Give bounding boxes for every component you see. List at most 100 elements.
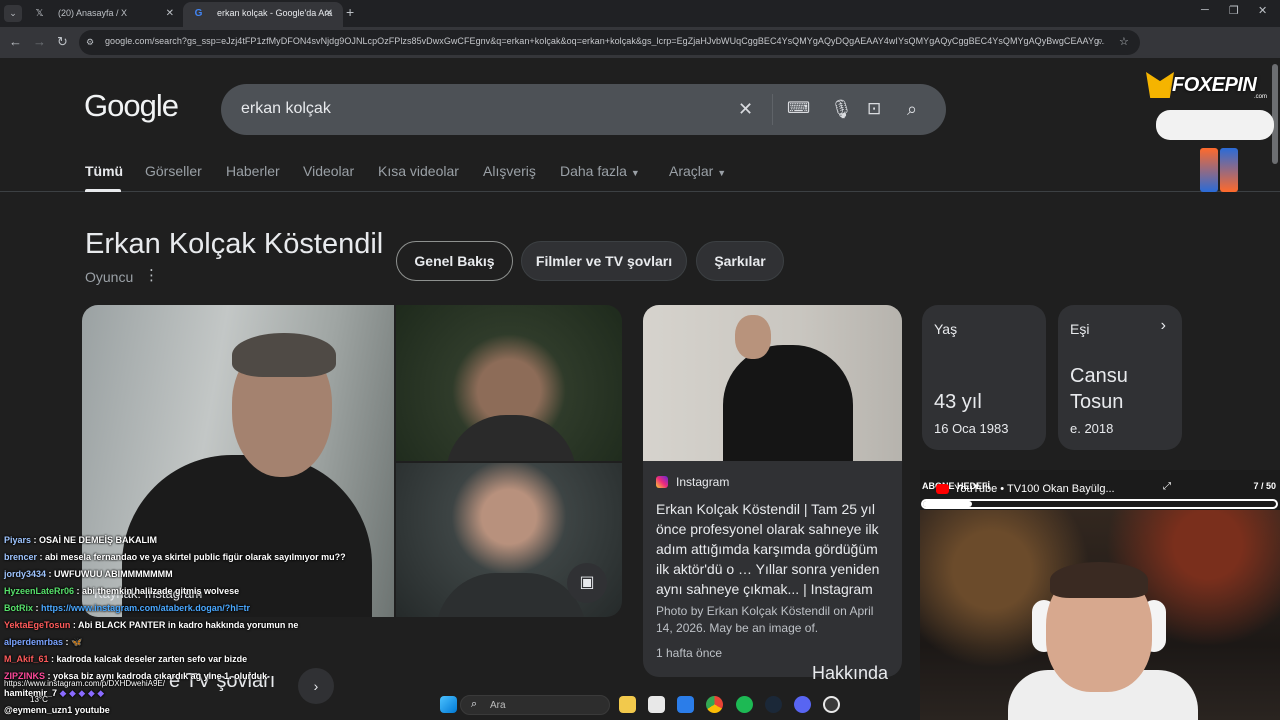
chat-message: HyzeenLateRr06 : abi themkin halilzade g… — [4, 586, 240, 596]
tab-title: (20) Anasayfa / X — [58, 8, 128, 18]
fact-sub: 16 Oca 1983 — [934, 421, 1009, 436]
zoom-icon[interactable]: ⌕ — [1097, 35, 1103, 48]
address-bar[interactable]: ⚙ google.com/search?gs_ssp=eJzj4tFP1zfMy… — [79, 30, 1140, 55]
url-text[interactable]: google.com/search?gs_ssp=eJzj4tFP1zfMyDF… — [105, 36, 1105, 46]
tab-title: erkan kolçak - Google'da Ara — [217, 8, 333, 18]
chat-message: BotRix : https://www.instagram.com/atabe… — [4, 603, 250, 613]
fact-value-line2: Tosun — [1070, 391, 1124, 413]
fox-logo-icon — [1146, 72, 1174, 98]
tab-tools[interactable]: Araçlar ▼ — [669, 163, 726, 179]
instagram-photo — [643, 305, 902, 461]
fact-card-age[interactable]: Yaş 43 yıl 16 Oca 1983 — [922, 305, 1046, 450]
entity-title: Erkan Kolçak Köstendil — [85, 228, 384, 260]
chat-message: YektaEgeTosun : Abi BLACK PANTER in kadr… — [4, 620, 299, 630]
portrait-image-2[interactable] — [396, 305, 622, 461]
chat-link[interactable]: https://www.instagram.com/ataberk.dogan/… — [41, 603, 250, 613]
chat-message: alperdemrbas : 🦋 — [4, 637, 83, 647]
mail-app-icon[interactable] — [677, 696, 694, 713]
chat-message: jordy3434 : UWFUWUU ABIMMMMMMM — [4, 569, 173, 579]
reload-icon[interactable]: ↻ — [57, 34, 68, 49]
chat-message: @eymenn_uzn1 youtube — [4, 705, 110, 715]
search-icon: ⌕ — [471, 698, 478, 710]
sponsor-overlay: FOXEPIN .com — [1146, 72, 1280, 194]
caret-down-icon: ▼ — [630, 168, 640, 178]
search-box[interactable]: erkan kolçak ✕ ⌨ 🎙 ⊡ ⌕ — [221, 84, 946, 135]
minimize-icon[interactable]: ─ — [1201, 4, 1209, 16]
chat-nick: brencer — [4, 552, 38, 562]
windows-taskbar: ⌕ Ara — [430, 690, 850, 720]
chat-nick: HyzeenLateRr06 — [4, 586, 75, 596]
back-icon[interactable]: ← — [9, 34, 22, 49]
sponsor-domain: .com — [1254, 94, 1268, 100]
tab-more[interactable]: Daha fazla ▼ — [560, 163, 640, 179]
chip-overview[interactable]: Genel Bakış — [396, 241, 513, 281]
chat-nick: alperdemrbas — [4, 637, 64, 647]
entity-subtitle: Oyuncu — [85, 269, 134, 285]
close-tab-icon[interactable]: ✕ — [325, 2, 333, 25]
tab-shopping[interactable]: Alışveriş — [483, 163, 536, 179]
caret-down-icon: ▼ — [717, 168, 727, 178]
chat-text: 🦋 — [71, 637, 83, 647]
forward-icon[interactable]: → — [33, 34, 46, 49]
sponsor-name: FOXEPIN — [1172, 74, 1257, 96]
chat-nick: YektaEgeTosun — [4, 620, 71, 630]
tab-short-videos[interactable]: Kısa videolar — [378, 163, 459, 179]
tab-x-home[interactable]: 𝕏 (20) Anasayfa / X ✕ — [24, 2, 184, 27]
result-time: 1 hafta önce — [656, 646, 723, 660]
chat-nick: Piyars — [4, 535, 32, 545]
image-gallery-icon[interactable]: ▣ — [567, 563, 607, 603]
tab-news[interactable]: Haberler — [226, 163, 280, 179]
tab-tools-label: Araçlar — [669, 163, 714, 179]
tab-all[interactable]: Tümü — [85, 163, 123, 179]
tab-images[interactable]: Görseller — [145, 163, 202, 179]
chat-nick: M_Akif_61 — [4, 654, 49, 664]
spotify-icon[interactable] — [736, 696, 753, 713]
close-tab-icon[interactable]: ✕ — [166, 2, 174, 25]
microphone-icon[interactable]: 🎙 — [830, 98, 853, 120]
chat-link-preview[interactable]: https://www.instagram.com/p/DXHDwehiA9E/ — [4, 679, 165, 688]
keyboard-icon[interactable]: ⌨ — [787, 98, 810, 120]
goal-header: ABONE HEDEFİ YouTube • TV100 Okan Bayülg… — [920, 470, 1280, 510]
search-icon[interactable]: ⌕ — [907, 98, 917, 120]
youtube-icon — [936, 484, 949, 494]
chat-nick: BotRix — [4, 603, 33, 613]
google-logo[interactable]: Google — [84, 88, 179, 124]
discord-icon[interactable] — [794, 696, 811, 713]
tab-search-button[interactable]: ⌄ — [4, 5, 22, 22]
window-close-icon[interactable]: ✕ — [1258, 4, 1267, 17]
tab-videos[interactable]: Videolar — [303, 163, 354, 179]
search-input[interactable]: erkan kolçak — [241, 100, 331, 118]
obs-icon[interactable] — [823, 696, 840, 713]
calendar-app-icon[interactable] — [648, 696, 665, 713]
file-explorer-icon[interactable] — [619, 696, 636, 713]
toolbar: ← → ↻ ⚙ google.com/search?gs_ssp=eJzj4tF… — [0, 27, 1280, 76]
chip-songs[interactable]: Şarkılar — [696, 241, 784, 281]
instagram-result-card[interactable]: Instagram Erkan Kolçak Köstendil | Tam 2… — [643, 305, 902, 677]
chrome-icon[interactable] — [706, 696, 723, 713]
result-description: Photo by Erkan Kolçak Köstendil on April… — [656, 604, 874, 635]
more-options-icon[interactable]: ⋮ — [144, 266, 159, 284]
lens-camera-icon[interactable]: ⊡ — [867, 98, 881, 120]
search-nav-tabs: Tümü Görseller Haberler Videolar Kısa vi… — [0, 160, 1280, 192]
fact-card-spouse[interactable]: Eşi › Cansu Tosun e. 2018 — [1058, 305, 1182, 450]
clear-search-icon[interactable]: ✕ — [738, 98, 753, 120]
windows-start-icon[interactable] — [440, 696, 457, 713]
chat-text: abi themkin halilzade gitmiş wolvese — [82, 586, 240, 596]
fact-value-line1: Cansu — [1070, 365, 1128, 387]
webcam-overlay: ABONE HEDEFİ YouTube • TV100 Okan Bayülg… — [920, 470, 1280, 720]
bookmark-star-icon[interactable]: ☆ — [1119, 35, 1129, 48]
steam-icon[interactable] — [765, 696, 782, 713]
expand-icon: ⤢ — [1163, 481, 1171, 492]
photo-head — [735, 315, 771, 359]
chip-films-tv[interactable]: Filmler ve TV şovları — [521, 241, 687, 281]
site-info-icon[interactable]: ⚙ — [86, 36, 98, 48]
chat-text: OSAİ NE DEMEİŞ BAKALIM — [39, 535, 158, 545]
maximize-icon[interactable]: ❐ — [1229, 4, 1239, 17]
new-tab-button[interactable]: + — [346, 4, 354, 20]
result-source: Instagram — [676, 475, 730, 489]
result-title[interactable]: Erkan Kolçak Köstendil | Tam 25 yıl önce… — [656, 499, 892, 599]
tab-google-search[interactable]: G erkan kolçak - Google'da Ara ✕ — [183, 2, 343, 27]
weather-temp: 13°C — [30, 695, 48, 704]
instagram-icon — [656, 476, 668, 488]
taskbar-search[interactable]: ⌕ Ara — [460, 695, 610, 715]
